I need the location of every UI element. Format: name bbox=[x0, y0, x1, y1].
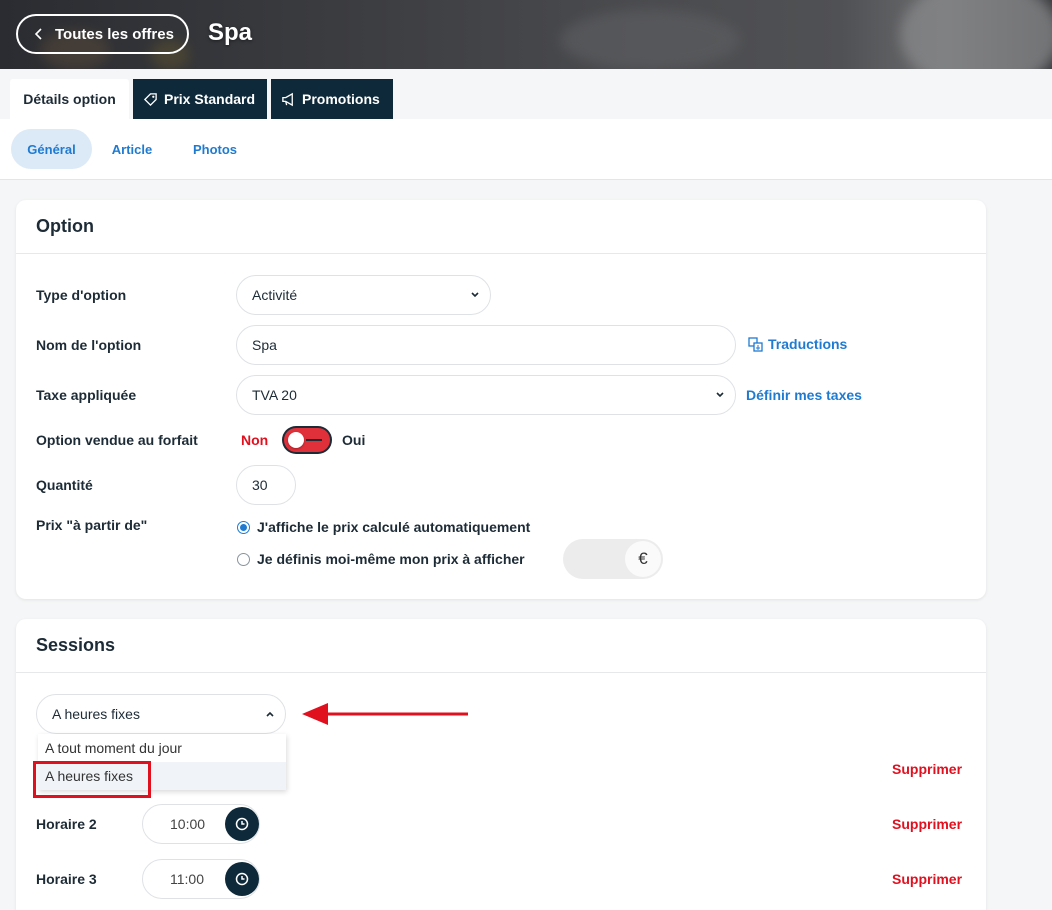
tab-details-option[interactable]: Détails option bbox=[10, 79, 129, 119]
package-label: Option vendue au forfait bbox=[36, 432, 198, 448]
toggle-knob bbox=[288, 432, 304, 448]
quantity-label: Quantité bbox=[36, 477, 93, 493]
sub-tabs: Général Article Photos bbox=[0, 119, 1052, 180]
option-card-title: Option bbox=[16, 200, 986, 254]
quantity-value: 30 bbox=[252, 477, 268, 493]
sessions-card-title: Sessions bbox=[16, 619, 986, 673]
price-from-label: Prix "à partir de" bbox=[36, 517, 148, 533]
package-toggle[interactable] bbox=[284, 428, 330, 452]
schedule-2-time-value: 10:00 bbox=[170, 816, 206, 832]
delete-schedule-2-button[interactable]: Supprimer bbox=[892, 816, 962, 832]
package-no-label: Non bbox=[241, 432, 269, 448]
delete-schedule-1-button[interactable]: Supprimer bbox=[892, 761, 962, 777]
highlight-box bbox=[33, 761, 151, 798]
radio-checked-icon bbox=[237, 520, 250, 534]
tax-select[interactable]: TVA 20 bbox=[236, 375, 736, 415]
euro-icon: € bbox=[625, 541, 661, 577]
chevron-up-icon bbox=[266, 711, 274, 717]
package-yes-label: Oui bbox=[342, 432, 366, 448]
chevron-down-icon bbox=[716, 392, 724, 398]
define-taxes-link[interactable]: Définir mes taxes bbox=[746, 387, 862, 403]
tab-label: Promotions bbox=[302, 91, 380, 107]
session-mode-value: A heures fixes bbox=[52, 706, 140, 722]
megaphone-icon bbox=[282, 92, 293, 106]
schedule-2-time-input[interactable]: 10:00 bbox=[142, 804, 260, 844]
tag-icon bbox=[143, 92, 157, 106]
translate-icon bbox=[748, 336, 763, 352]
price-auto-label: J'affiche le prix calculé automatiquemen… bbox=[257, 519, 531, 535]
delete-schedule-3-button[interactable]: Supprimer bbox=[892, 871, 962, 887]
price-auto-radio[interactable]: J'affiche le prix calculé automatiquemen… bbox=[237, 519, 530, 535]
schedule-2-label: Horaire 2 bbox=[36, 816, 97, 832]
manual-price-input[interactable]: € bbox=[563, 539, 663, 579]
tab-label: Prix Standard bbox=[164, 91, 256, 107]
translations-link-label: Traductions bbox=[768, 336, 848, 352]
back-button-label: Toutes les offres bbox=[55, 25, 174, 43]
schedule-3-label: Horaire 3 bbox=[36, 871, 97, 887]
type-option-select[interactable]: Activité bbox=[236, 275, 491, 315]
chevron-down-icon bbox=[471, 292, 479, 298]
subtab-photos[interactable]: Photos bbox=[180, 129, 250, 169]
dropdown-option-any-time[interactable]: A tout moment du jour bbox=[38, 734, 286, 762]
translations-link[interactable]: Traductions bbox=[748, 336, 847, 352]
radio-unchecked-icon bbox=[237, 552, 250, 566]
tab-prix-standard[interactable]: Prix Standard bbox=[133, 79, 267, 119]
session-mode-select[interactable]: A heures fixes bbox=[36, 694, 286, 734]
type-option-value: Activité bbox=[252, 287, 298, 303]
option-name-value: Spa bbox=[252, 337, 277, 353]
toggle-bar bbox=[306, 439, 322, 441]
type-option-label: Type d'option bbox=[36, 287, 127, 303]
chevron-left-icon bbox=[34, 28, 42, 40]
subtab-general[interactable]: Général bbox=[11, 129, 92, 169]
main-tabs: Détails option Prix Standard Promotions bbox=[0, 69, 1052, 119]
back-button[interactable]: Toutes les offres bbox=[16, 14, 189, 54]
schedule-3-time-value: 11:00 bbox=[170, 871, 204, 887]
quantity-input[interactable]: 30 bbox=[236, 465, 296, 505]
schedule-3-time-input[interactable]: 11:00 bbox=[142, 859, 260, 899]
tab-promotions[interactable]: Promotions bbox=[271, 79, 393, 119]
clock-icon[interactable] bbox=[225, 807, 259, 841]
option-name-input[interactable]: Spa bbox=[236, 325, 736, 365]
clock-icon[interactable] bbox=[225, 862, 259, 896]
price-manual-label: Je définis moi-même mon prix à afficher bbox=[257, 551, 525, 567]
subtab-article[interactable]: Article bbox=[100, 129, 164, 169]
header-banner: Toutes les offres Spa bbox=[0, 0, 1052, 69]
price-manual-radio[interactable]: Je définis moi-même mon prix à afficher bbox=[237, 551, 525, 567]
tab-label: Détails option bbox=[23, 91, 116, 107]
page-title: Spa bbox=[208, 19, 253, 46]
option-name-label: Nom de l'option bbox=[36, 337, 142, 353]
tax-label: Taxe appliquée bbox=[36, 387, 137, 403]
annotation-arrow-icon bbox=[302, 703, 468, 725]
tax-value: TVA 20 bbox=[252, 387, 297, 403]
